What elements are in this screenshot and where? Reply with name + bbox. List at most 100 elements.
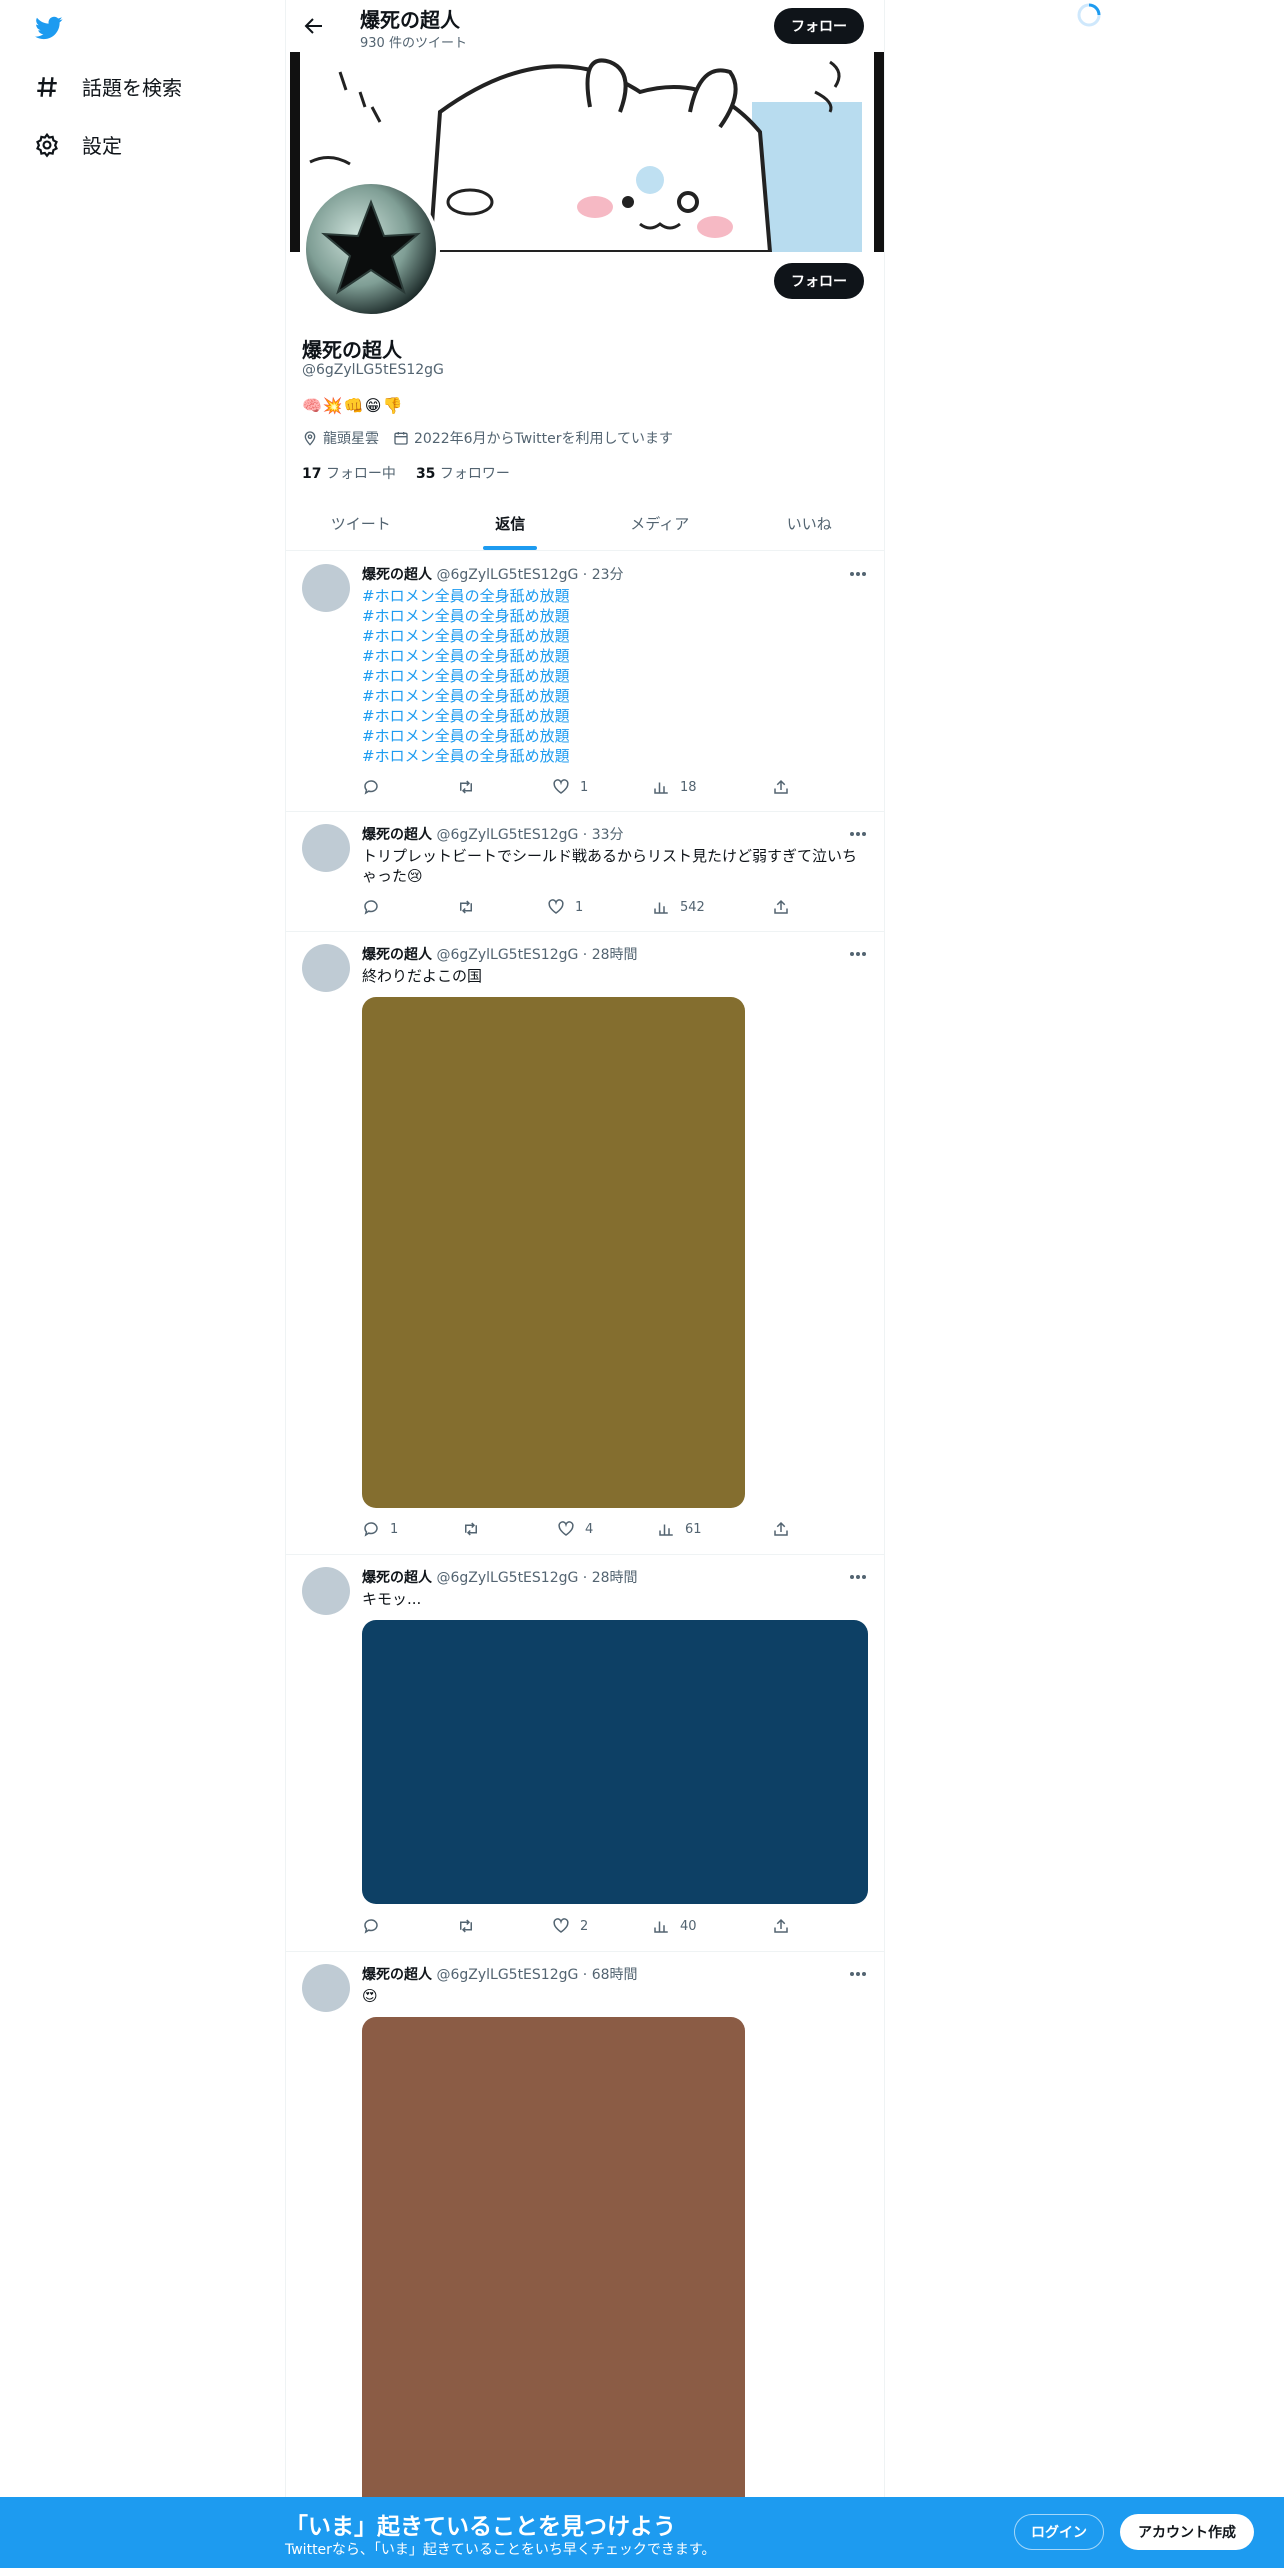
tweet[interactable]: 爆死の超人 @6gZylLG5tES12gG · 68時間 😍: [286, 1952, 884, 2517]
more-icon[interactable]: [848, 566, 868, 582]
heart-icon: [553, 1918, 569, 1933]
more-icon[interactable]: [848, 946, 868, 962]
retweet-button[interactable]: [457, 898, 475, 916]
views-button[interactable]: 40: [652, 1917, 697, 1935]
hashtag-link[interactable]: #ホロメン全員の全身舐め放題: [362, 666, 868, 686]
hashtag-link[interactable]: #ホロメン全員の全身舐め放題: [362, 726, 868, 746]
hashtag-link[interactable]: #ホロメン全員の全身舐め放題: [362, 746, 868, 766]
tweet-avatar[interactable]: [302, 1567, 350, 1615]
more-icon[interactable]: [848, 1569, 868, 1585]
tweet-header: 爆死の超人 @6gZylLG5tES12gG · 28時間: [362, 944, 638, 964]
nav-settings-label: 設定: [82, 134, 122, 158]
retweet-button[interactable]: [457, 1917, 475, 1935]
profile-location-text: 龍頭星雲: [323, 431, 379, 447]
tweet-avatar[interactable]: [302, 944, 350, 992]
profile-handle: @6gZylLG5tES12gG: [302, 362, 444, 378]
reply-button[interactable]: 1: [362, 1520, 398, 1538]
like-button[interactable]: 2: [552, 1917, 588, 1935]
hashtag-link[interactable]: #ホロメン全員の全身舐め放題: [362, 646, 868, 666]
share-button[interactable]: [772, 1520, 790, 1538]
tweet-text: キモッ...: [362, 1590, 422, 1608]
tweet-image[interactable]: [362, 997, 745, 1508]
retweet-button[interactable]: [462, 1520, 480, 1538]
share-button[interactable]: [772, 898, 790, 916]
more-icon[interactable]: [848, 826, 868, 842]
tweet[interactable]: 爆死の超人 @6gZylLG5tES12gG · 23分 #ホロメン全員の全身舐…: [286, 552, 884, 812]
tab-replies[interactable]: 返信: [436, 498, 586, 550]
twitter-logo-icon[interactable]: [33, 14, 65, 42]
tweet-header: 爆死の超人 @6gZylLG5tES12gG · 68時間: [362, 1964, 638, 1984]
reply-button[interactable]: [362, 778, 390, 796]
login-button[interactable]: ログイン: [1014, 2514, 1104, 2550]
retweet-icon: [460, 900, 472, 914]
tweet-actions: 1 18: [362, 778, 792, 798]
hashtag-link[interactable]: #ホロメン全員の全身舐め放題: [362, 706, 868, 726]
signup-button[interactable]: アカウント作成: [1120, 2514, 1254, 2550]
hashtag-link[interactable]: #ホロメン全員の全身舐め放題: [362, 606, 868, 626]
tweet[interactable]: 爆死の超人 @6gZylLG5tES12gG · 33分 トリプレットビートでシ…: [286, 812, 884, 932]
profile-avatar[interactable]: [302, 180, 440, 318]
tweet-meta: @6gZylLG5tES12gG · 68時間: [436, 1967, 638, 1983]
hashtag-link[interactable]: #ホロメン全員の全身舐め放題: [362, 586, 868, 606]
following-link[interactable]: 17 フォロー中: [302, 463, 396, 483]
tweet-meta: @6gZylLG5tES12gG · 23分: [436, 567, 624, 583]
reply-button[interactable]: [362, 898, 390, 916]
share-icon: [774, 1521, 788, 1536]
tweet-author-name[interactable]: 爆死の超人: [362, 947, 432, 963]
share-button[interactable]: [772, 1917, 790, 1935]
location-pin-icon: [304, 431, 316, 446]
tweet-avatar[interactable]: [302, 824, 350, 872]
profile-joined: 2022年6月からTwitterを利用しています: [393, 428, 673, 448]
tweet-author-name[interactable]: 爆死の超人: [362, 1967, 432, 1983]
tweet-avatar[interactable]: [302, 1964, 350, 2012]
more-icon[interactable]: [848, 1966, 868, 1982]
followers-label: フォロワー: [439, 466, 510, 482]
tweet[interactable]: 爆死の超人 @6gZylLG5tES12gG · 28時間 終わりだよこの国 1…: [286, 932, 884, 1555]
tweet-actions: 2 40: [362, 1917, 792, 1937]
like-button[interactable]: 4: [557, 1520, 593, 1538]
heart-icon: [548, 899, 564, 914]
profile-location: 龍頭星雲: [302, 428, 379, 448]
views-chart-icon: [654, 782, 668, 794]
tweet-image[interactable]: [362, 1620, 868, 1904]
nav-explore[interactable]: 話題を検索: [34, 72, 182, 101]
tweet-avatar[interactable]: [302, 564, 350, 612]
tab-tweets[interactable]: ツイート: [286, 498, 436, 550]
tweet[interactable]: 爆死の超人 @6gZylLG5tES12gG · 28時間 キモッ... 2 4…: [286, 1555, 884, 1952]
like-button[interactable]: 1: [547, 898, 583, 916]
share-button[interactable]: [772, 778, 790, 796]
nav-explore-label: 話題を検索: [82, 76, 182, 100]
avatar-star-image: [321, 199, 421, 295]
topbar-tweet-count: 930 件のツイート: [360, 36, 467, 51]
reply-button[interactable]: [362, 1917, 390, 1935]
reply-icon: [364, 1919, 378, 1934]
retweet-button[interactable]: [457, 778, 475, 796]
views-button[interactable]: 542: [652, 898, 705, 916]
profile-follow-button[interactable]: フォロー: [774, 263, 864, 299]
like-button[interactable]: 1: [552, 778, 588, 796]
views-chart-icon: [654, 902, 668, 914]
followers-link[interactable]: 35 フォロワー: [416, 463, 510, 483]
tweet-author-name[interactable]: 爆死の超人: [362, 567, 432, 583]
tab-media[interactable]: メディア: [585, 498, 735, 550]
tweet-author-name[interactable]: 爆死の超人: [362, 1570, 432, 1586]
back-arrow-icon[interactable]: [302, 14, 326, 38]
main-column: 爆死の超人 930 件のツイート フォロー フォロー 爆死の超人 @6gZylL…: [285, 0, 885, 2568]
tweet-author-name[interactable]: 爆死の超人: [362, 827, 432, 843]
hashtag-link[interactable]: #ホロメン全員の全身舐め放題: [362, 626, 868, 646]
loading-spinner-icon: [1077, 3, 1101, 27]
signup-banner-subtitle: Twitterなら、「いま」起きていることをいち早くチェックできます。: [285, 2542, 716, 2558]
share-icon: [774, 899, 788, 914]
hashtag-link[interactable]: #ホロメン全員の全身舐め放題: [362, 686, 868, 706]
profile-joined-text: 2022年6月からTwitterを利用しています: [414, 431, 674, 447]
nav-settings[interactable]: 設定: [34, 130, 122, 159]
views-button[interactable]: 61: [657, 1520, 702, 1538]
topbar-name: 爆死の超人: [360, 8, 460, 32]
following-label: フォロー中: [325, 466, 396, 482]
retweet-icon: [465, 1522, 477, 1536]
tab-likes[interactable]: いいね: [735, 498, 885, 550]
tweet-image[interactable]: [362, 2017, 745, 2517]
views-button[interactable]: 18: [652, 778, 697, 796]
reply-icon: [364, 780, 378, 795]
topbar-follow-button[interactable]: フォロー: [774, 8, 864, 44]
